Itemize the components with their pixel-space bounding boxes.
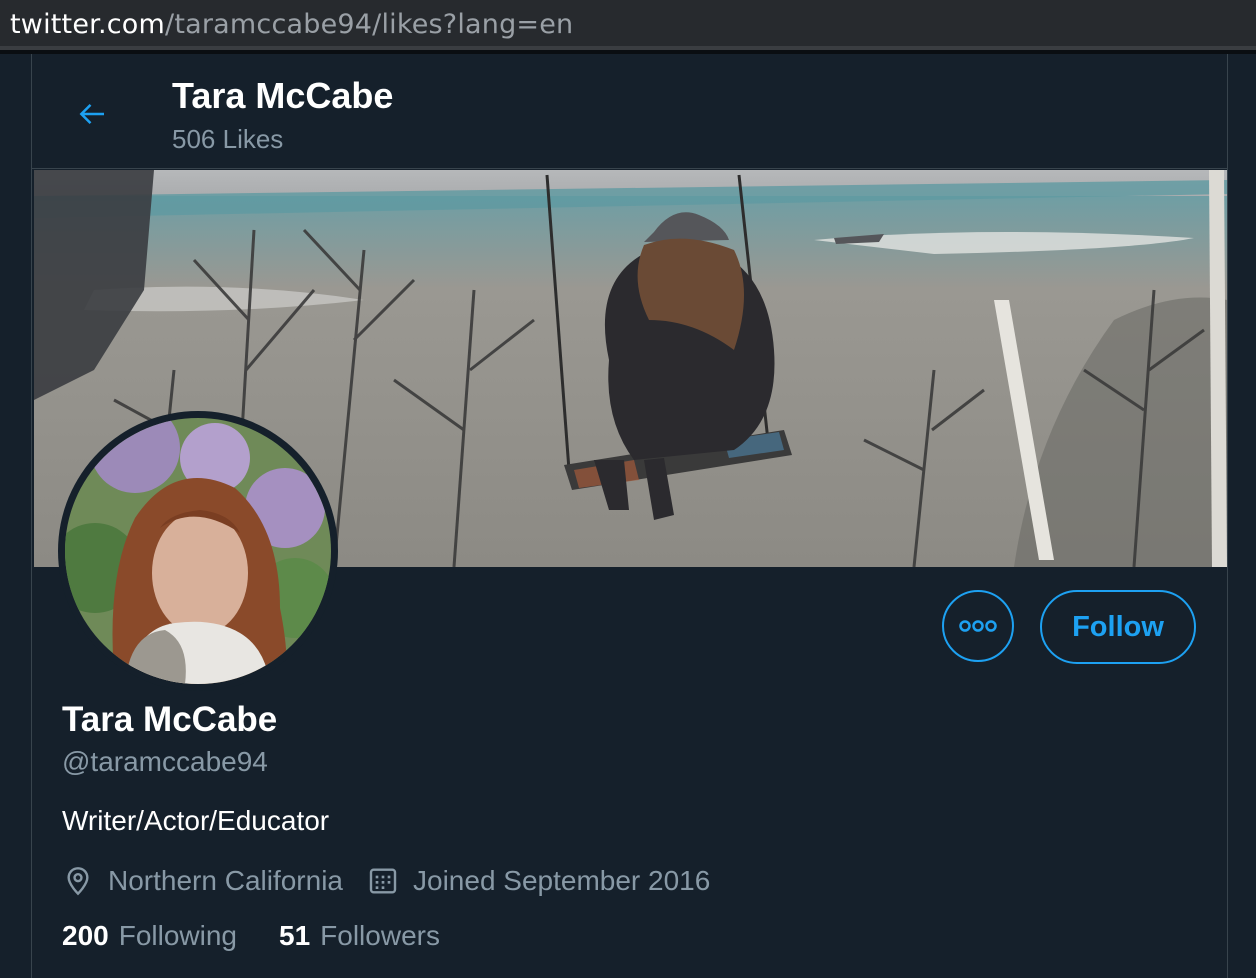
browser-address-bar[interactable]: twitter.com/taramccabe94/likes?lang=en	[0, 0, 1256, 50]
profile-meta: Northern California Joined September 201…	[62, 862, 710, 900]
calendar-icon	[369, 868, 397, 894]
header-likes-count: 506 Likes	[172, 124, 284, 154]
location-pin-icon	[67, 867, 89, 896]
main-column: Tara McCabe 506 Likes Follow Tara McCabe…	[31, 54, 1228, 978]
avatar-photo	[65, 418, 331, 684]
followers-link[interactable]: 51 Followers	[279, 920, 440, 952]
arrow-left-icon[interactable]	[74, 96, 110, 132]
profile-name: Tara McCabe	[62, 700, 278, 739]
followers-count: 51	[279, 920, 311, 951]
profile-page: Tara McCabe 506 Likes Follow Tara McCabe…	[0, 54, 1256, 978]
profile-location: Northern California	[108, 865, 343, 896]
address-url[interactable]: twitter.com/taramccabe94/likes?lang=en	[10, 8, 573, 42]
more-dots-icon	[959, 620, 997, 632]
more-options-button[interactable]	[942, 590, 1014, 662]
profile-avatar[interactable]	[58, 411, 338, 691]
following-count: 200	[62, 920, 109, 951]
followers-label: Followers	[320, 920, 440, 951]
url-path: /taramccabe94/likes?lang=en	[165, 9, 574, 40]
following-label: Following	[118, 920, 237, 951]
follow-button[interactable]: Follow	[1040, 590, 1196, 664]
profile-handle: @taramccabe94	[62, 746, 268, 777]
header-title: Tara McCabe	[172, 75, 394, 116]
profile-stats: 200 Following 51 Followers	[62, 920, 440, 952]
profile-header-bar: Tara McCabe 506 Likes	[32, 54, 1227, 169]
url-host: twitter.com	[10, 9, 166, 40]
following-link[interactable]: 200 Following	[62, 920, 237, 952]
profile-bio: Writer/Actor/Educator	[62, 805, 330, 836]
profile-joined-date: Joined September 2016	[413, 865, 711, 896]
